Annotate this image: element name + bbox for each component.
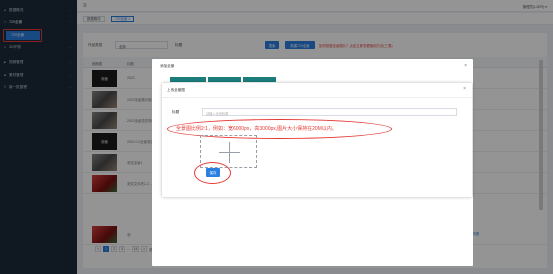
close-icon[interactable]: × <box>464 63 467 69</box>
title-input[interactable]: 请输入全景标题 <box>202 108 457 116</box>
close-icon[interactable]: × <box>463 86 466 92</box>
plus-icon <box>229 142 230 163</box>
dialog-divider <box>162 97 472 98</box>
upload-panorama-dialog: 上传全景图 × 标题 请输入全景标题 全景图比例2:1，例如：宽6000px，高… <box>162 83 472 197</box>
dialog-title: 添加全景 <box>160 64 175 68</box>
scrollbar[interactable] <box>539 60 543 210</box>
dialog-title: 上传全景图 <box>167 88 185 92</box>
toolbar-bar <box>208 77 241 82</box>
save-button[interactable]: 保存 <box>206 168 220 177</box>
toolbar-bar <box>243 77 276 82</box>
title-field-label: 标题 <box>172 110 180 114</box>
aspect-ratio-warning: 全景图比例2:1，例如：宽6000px，高3000px,图片大小保持在20M以内… <box>176 126 337 132</box>
toolbar-bar <box>170 77 206 82</box>
